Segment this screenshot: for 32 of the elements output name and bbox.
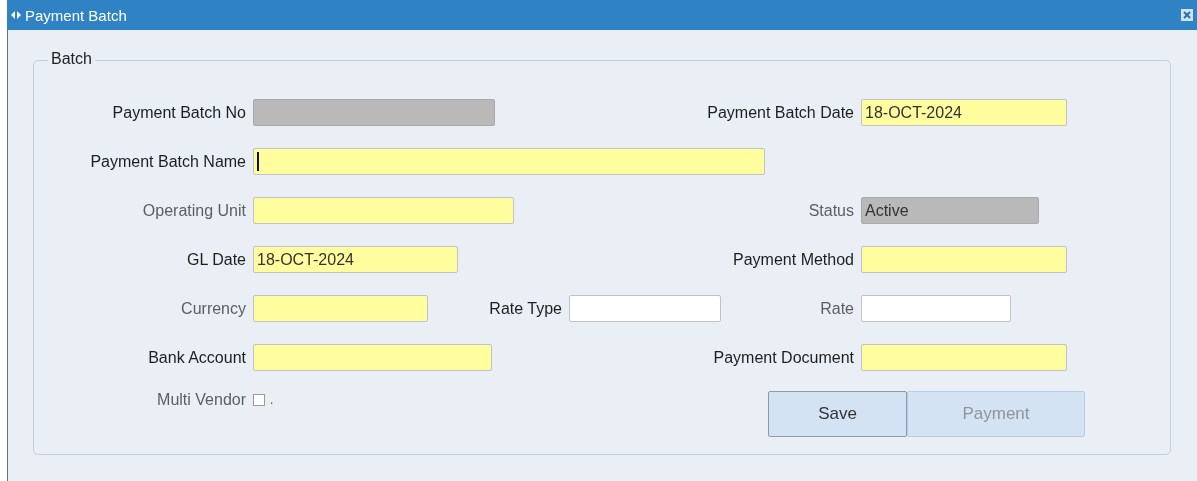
input-field[interactable] [861, 344, 1067, 371]
multi-vendor-checkbox[interactable] [253, 394, 265, 406]
close-icon[interactable] [1181, 9, 1193, 21]
field-label: Payment Document [713, 348, 855, 367]
field-label: Rate Type [489, 299, 563, 318]
input-field[interactable] [253, 197, 514, 224]
field-label: Payment Method [733, 250, 855, 269]
input-field[interactable] [861, 246, 1067, 273]
input-field[interactable] [253, 344, 492, 371]
window-title: Payment Batch [25, 6, 128, 24]
field-label: Payment Batch Date [707, 103, 855, 122]
field-label: Operating Unit [142, 201, 247, 220]
field-label: Rate [820, 299, 855, 318]
checkbox-label: Multi Vendor [157, 391, 247, 409]
save-button[interactable]: Save [768, 391, 907, 437]
field-label: Bank Account [148, 348, 247, 367]
input-field[interactable] [861, 295, 1011, 322]
input-field[interactable] [253, 295, 428, 322]
input-field[interactable]: 18-OCT-2024 [253, 246, 458, 273]
text-cursor [257, 152, 259, 171]
input-field[interactable] [253, 99, 495, 126]
field-label: Payment Batch No [112, 103, 247, 122]
input-field[interactable]: 18-OCT-2024 [861, 99, 1067, 126]
input-field[interactable] [569, 295, 721, 322]
dot-mark: . [269, 393, 274, 407]
field-label: GL Date [187, 250, 247, 269]
window-icon [11, 11, 21, 19]
field-label: Payment Batch Name [90, 152, 247, 171]
input-field[interactable] [253, 148, 765, 175]
field-label: Status [808, 201, 855, 220]
field-label: Currency [181, 299, 247, 318]
input-field[interactable]: Active [861, 197, 1039, 224]
